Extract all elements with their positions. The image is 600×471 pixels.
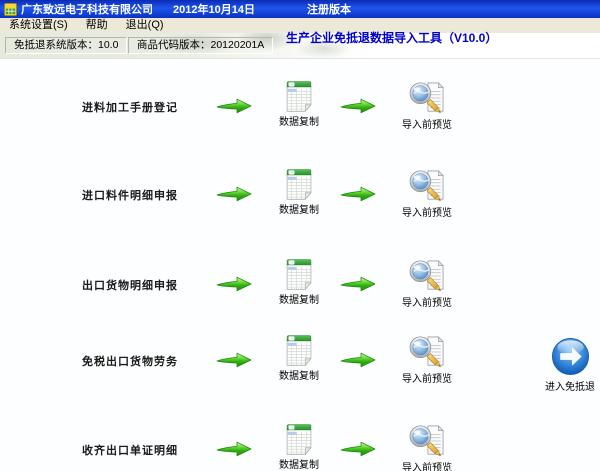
spreadsheet-icon [286,259,312,290]
window-title-date: 2012年10月14日 [173,4,255,16]
data-copy-label: 数据复制 [279,460,319,471]
green-arrow-icon [340,186,376,202]
green-arrow-icon [216,352,252,368]
preview-button[interactable]: 导入前预览 [394,424,460,471]
task-label: 收齐出口单证明细 [82,445,178,457]
green-arrow-icon [340,98,376,114]
data-copy-button[interactable]: 数据复制 [270,424,328,471]
magnifier-document-icon [408,81,446,115]
menu-help[interactable]: 帮助 [77,18,117,33]
task-label: 免税出口货物劳务 [82,356,178,368]
window-title-company: 广东致远电子科技有限公司 [21,4,153,16]
green-arrow-icon [340,276,376,292]
app-window: 广东致远电子科技有限公司 2012年10月14日 注册版本 系统设置(S) 帮助… [0,0,600,471]
task-row: 进口料件明细申报 数据复制 导入前预览 [0,164,600,222]
window-title-edition: 注册版本 [306,4,351,16]
preview-button[interactable]: 导入前预览 [394,81,460,131]
magnifier-document-icon [408,259,446,293]
task-label: 进口料件明细申报 [82,190,178,202]
spreadsheet-icon [286,424,312,455]
system-version-label: 免抵退系统版本：10.0 [5,37,128,54]
enter-button-label: 进入免抵退 [545,382,595,393]
green-arrow-icon [216,441,252,457]
page-title: 生产企业免抵退数据导入工具（V10.0） [286,31,498,45]
magnifier-document-icon [408,424,446,458]
app-icon [4,2,17,16]
data-copy-button[interactable]: 数据复制 [270,169,328,216]
data-copy-label: 数据复制 [279,205,319,216]
preview-button[interactable]: 导入前预览 [394,169,460,219]
green-arrow-icon [216,276,252,292]
preview-button[interactable]: 导入前预览 [394,259,460,309]
menu-exit[interactable]: 退出(Q) [117,18,173,33]
product-code-version-label: 商品代码版本：20120201A [128,37,274,54]
task-row: 进料加工手册登记 数据复制 导入前预览 [0,76,600,134]
enter-circle-arrow-icon [551,337,590,376]
data-copy-label: 数据复制 [279,295,319,306]
task-row: 收齐出口单证明细 数据复制 导入前预览 [0,419,600,471]
spreadsheet-icon [286,81,312,112]
spreadsheet-icon [286,335,312,366]
data-copy-label: 数据复制 [279,117,319,128]
green-arrow-icon [216,186,252,202]
preview-label: 导入前预览 [402,120,452,131]
enter-tax-system-button[interactable]: 进入免抵退 [540,337,600,393]
task-row: 免税出口货物劳务 数据复制 导入前预览 [0,330,600,388]
magnifier-document-icon [408,169,446,203]
task-label: 出口货物明细申报 [82,280,178,292]
preview-label: 导入前预览 [402,374,452,385]
data-copy-button[interactable]: 数据复制 [270,81,328,128]
magnifier-document-icon [408,335,446,369]
task-label: 进料加工手册登记 [82,102,178,114]
preview-label: 导入前预览 [402,298,452,309]
preview-button[interactable]: 导入前预览 [394,335,460,385]
data-copy-label: 数据复制 [279,371,319,382]
menu-system-settings[interactable]: 系统设置(S) [0,18,77,33]
preview-label: 导入前预览 [402,463,452,471]
title-bar: 广东致远电子科技有限公司 2012年10月14日 注册版本 [0,0,600,18]
spreadsheet-icon [286,169,312,200]
preview-label: 导入前预览 [402,208,452,219]
data-copy-button[interactable]: 数据复制 [270,335,328,382]
green-arrow-icon [340,441,376,457]
task-row: 出口货物明细申报 数据复制 导入前预览 [0,254,600,312]
data-copy-button[interactable]: 数据复制 [270,259,328,306]
green-arrow-icon [216,98,252,114]
green-arrow-icon [340,352,376,368]
